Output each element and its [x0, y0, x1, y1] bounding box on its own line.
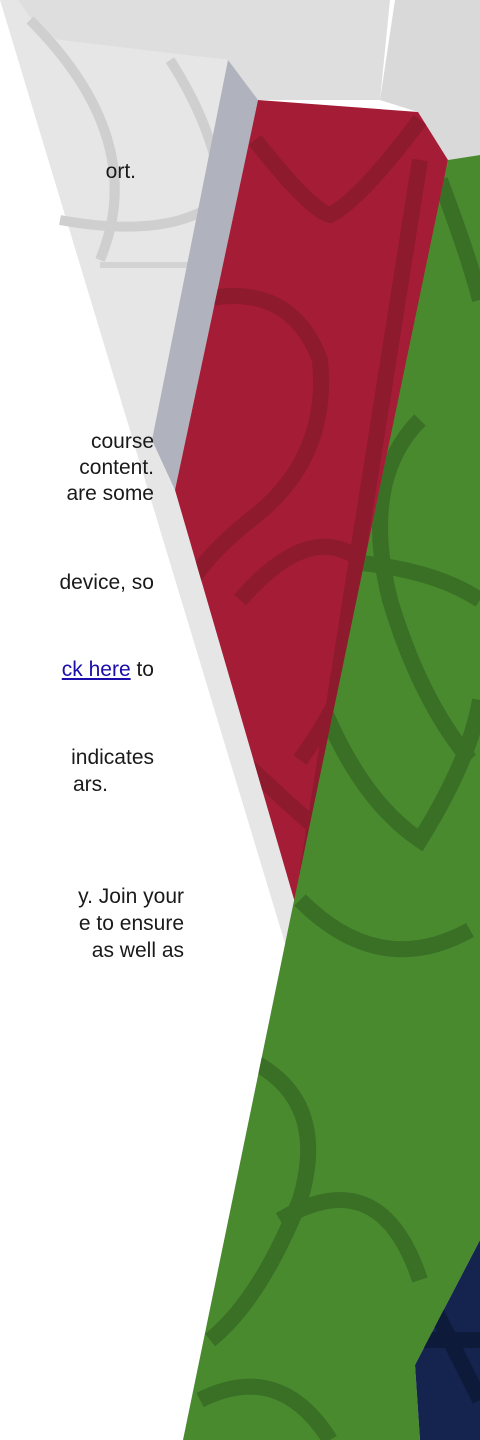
decorative-banner [0, 0, 480, 1440]
click-here-link[interactable]: ck here [62, 658, 131, 681]
text-line-3: content. [79, 456, 154, 479]
link-tail-text: to [130, 658, 154, 681]
text-line-5: device, so [59, 571, 154, 594]
text-line-8: ars. [72, 773, 108, 796]
text-line-7: indicates [71, 746, 154, 769]
text-line-9: y. Join your [78, 885, 184, 908]
text-line-10: e to ensure [78, 912, 184, 935]
text-line-2: course [90, 430, 154, 453]
text-line-6: ck here to [62, 657, 154, 683]
text-line-4: are some [66, 482, 154, 505]
text-line-1: ort. [105, 160, 136, 183]
text-line-11: as well as [91, 939, 184, 962]
